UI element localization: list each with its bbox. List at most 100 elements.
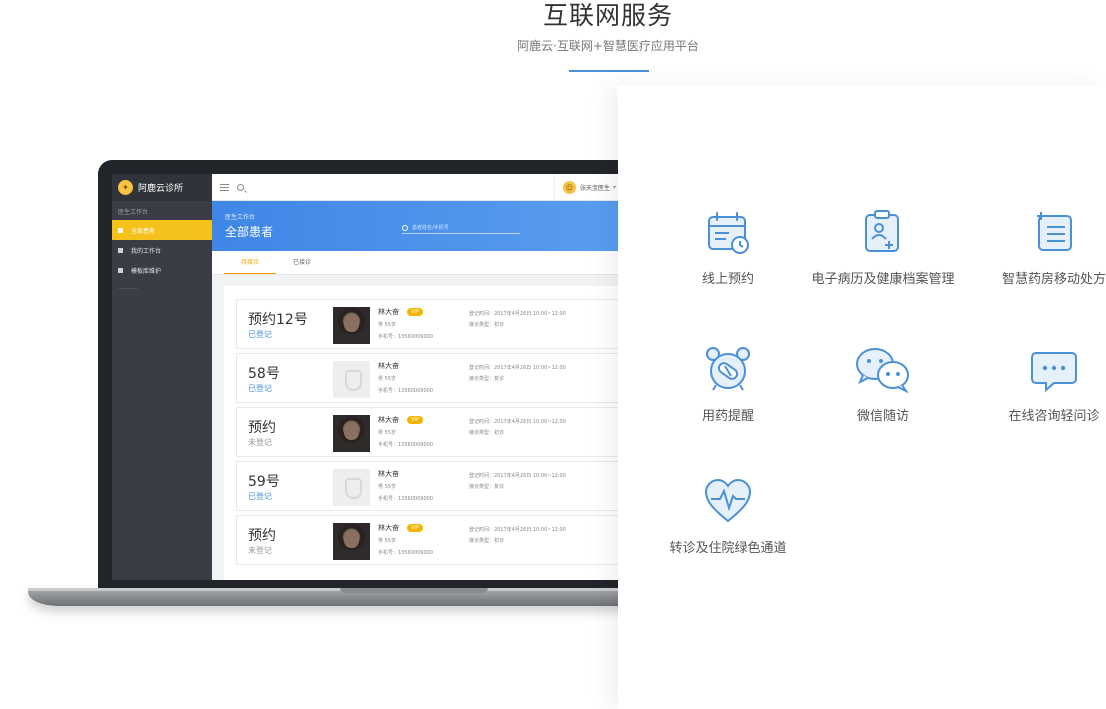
feature-label: 在线咨询轻问诊 [1008, 409, 1100, 424]
prescription-list-icon [1037, 212, 1072, 251]
phone-number: 手机号：13560009000 [378, 496, 433, 502]
brand[interactable]: ✦ 阿鹿云诊所 [112, 174, 212, 201]
registration-time: 登记时间：2017年4月26日 10:00~12:00 [469, 527, 566, 533]
registration-time: 登记时间：2017年4月26日 10:00~12:00 [469, 365, 566, 371]
feature-label: 电子病历及健康档案管理 [811, 272, 955, 287]
queue-number: 预约12号 [248, 312, 308, 328]
search-placeholder: 患者姓名/手机号 [412, 225, 449, 231]
page-title: 互联网服务 [542, 1, 673, 30]
patient-photo [333, 523, 370, 560]
sidebar-section-label: 医生工作台 [118, 209, 149, 216]
registration-status: 未登记 [248, 438, 272, 447]
chat-bubble-icon [1031, 352, 1077, 393]
square-icon [118, 227, 123, 233]
brand-name: 阿鹿云诊所 [138, 184, 184, 194]
patient-photo [333, 415, 370, 452]
search-icon [402, 224, 408, 231]
registration-status: 已登记 [248, 330, 272, 339]
feature-online-consultation[interactable]: 在线咨询轻问诊 [964, 345, 1106, 424]
page-subtitle: 阿鹿云·互联网+智慧医疗应用平台 [517, 39, 699, 53]
gender-age: 男 55岁 [378, 376, 396, 382]
feature-label: 转诊及住院绿色通道 [669, 541, 787, 556]
feature-label: 智慧药房移动处方 [1001, 272, 1106, 287]
queue-number: 预约 [248, 420, 276, 436]
phone-number: 手机号：13560009000 [378, 334, 433, 340]
visit-type: 接诊类型：初诊 [469, 538, 505, 544]
placeholder-avatar-icon [333, 361, 370, 398]
visit-type: 接诊类型：初诊 [469, 322, 505, 328]
deer-logo-icon: ✦ [118, 180, 133, 195]
tab-received[interactable]: 已接诊 [276, 251, 328, 274]
queue-number: 预约 [248, 528, 276, 544]
sidebar-item-label: 我的工作台 [131, 247, 162, 255]
patient-name: 林大奋 [378, 362, 399, 370]
feature-mobile-prescription[interactable]: 智慧药房移动处方 [964, 208, 1106, 287]
app-sidebar: ✦ 阿鹿云诊所 医生工作台 全部患者 我的工作台 模板库维护 [112, 174, 212, 580]
sidebar-item-label: 全部患者 [131, 227, 156, 235]
visit-type: 接诊类型：初诊 [469, 430, 505, 436]
vip-badge: VIP [407, 308, 423, 316]
patient-list: 预约12号 已登记 林大奋 VIP 男 55岁 手机号：13560009000 登记时间：2… [224, 286, 632, 580]
laptop-base [28, 588, 668, 606]
feature-panel: 线上预约 电子病历及健康档案管理 智慧药房移动处方 用药提醒 微信随访 在线咨询… [618, 85, 1106, 709]
patient-card[interactable]: 预约未登记 林大奋 VIP 男 55岁手机号：13560009000 登记时间：2017… [236, 407, 632, 457]
registration-status: 已登记 [248, 492, 272, 501]
patient-name: 林大奋 [378, 416, 399, 424]
queue-number: 58号 [248, 366, 280, 382]
breadcrumb: 医生工作台 [225, 214, 256, 221]
gender-age: 男 55岁 [378, 430, 396, 436]
sidebar-divider [118, 288, 138, 289]
app-main: ☺ 张天宝医生 ▾ 医生工作台 全部患者 患者姓名/手机号 待接诊 已接诊 预约… [212, 174, 632, 580]
vip-badge: VIP [407, 524, 423, 532]
square-icon [118, 267, 123, 273]
visit-type: 接诊类型：复诊 [469, 484, 505, 490]
patient-card[interactable]: 预约未登记 林大奋 VIP 男 55岁手机号：13560009000 登记时间：2017… [236, 515, 632, 565]
search-icon[interactable] [237, 183, 244, 191]
feature-medical-records[interactable]: 电子病历及健康档案管理 [793, 208, 973, 287]
patient-name: 林大奋 [378, 524, 399, 532]
gender-age: 男 55岁 [378, 538, 396, 544]
gender-age: 男 55岁 [378, 322, 396, 328]
registration-status: 已登记 [248, 384, 272, 393]
tab-waiting[interactable]: 待接诊 [224, 251, 276, 274]
sidebar-item-templates[interactable]: 模板库维护 [112, 260, 212, 280]
patient-card[interactable]: 58号 已登记 林大奋男 55岁 手机号：13560009000 登记时间：2017年4… [236, 353, 632, 403]
calendar-clock-icon [708, 212, 749, 254]
feature-medication-reminder[interactable]: 用药提醒 [638, 345, 818, 424]
avatar: ☺ [563, 181, 576, 194]
feature-wechat-followup[interactable]: 微信随访 [793, 345, 973, 424]
placeholder-avatar-icon [333, 469, 370, 506]
registration-status: 未登记 [248, 546, 272, 555]
user-name: 张天宝医生 [580, 185, 611, 192]
feature-label: 线上预约 [701, 272, 754, 287]
feature-online-appointment[interactable]: 线上预约 [638, 208, 818, 287]
patient-search-input[interactable]: 患者姓名/手机号 [402, 222, 520, 234]
heart-pulse-icon [704, 478, 752, 523]
medical-record-icon [865, 210, 899, 252]
patient-name: 林大奋 [378, 470, 399, 478]
sidebar-item-my-workbench[interactable]: 我的工作台 [112, 240, 212, 260]
gender-age: 男 55岁 [378, 484, 396, 490]
square-icon [118, 247, 123, 253]
feature-referral-green-channel[interactable]: 转诊及住院绿色通道 [638, 477, 818, 556]
sidebar-item-label: 模板库维护 [131, 267, 162, 275]
registration-time: 登记时间：2017年4月26日 10:00~12:00 [469, 473, 566, 479]
menu-icon[interactable] [220, 183, 229, 191]
top-bar: ☺ 张天宝医生 ▾ [212, 174, 632, 201]
sidebar-item-all-patients[interactable]: 全部患者 [112, 220, 212, 240]
phone-number: 手机号：13560009000 [378, 442, 433, 448]
user-menu[interactable]: ☺ 张天宝医生 ▾ [554, 174, 616, 201]
phone-number: 手机号：13560009000 [378, 550, 433, 556]
patient-card[interactable]: 预约12号 已登记 林大奋 VIP 男 55岁 手机号：13560009000 登记时间：2… [236, 299, 632, 349]
tab-bar: 待接诊 已接诊 [212, 251, 632, 275]
registration-time: 登记时间：2017年4月26日 10:00~12:00 [469, 419, 566, 425]
patient-card[interactable]: 59号 已登记 林大奋男 55岁 手机号：13560009000 登记时间：2017年4… [236, 461, 632, 511]
wechat-icon [856, 348, 909, 393]
alarm-pill-icon [706, 347, 750, 391]
title-underline [569, 70, 649, 72]
vip-badge: VIP [407, 416, 423, 424]
page-banner: 医生工作台 全部患者 患者姓名/手机号 [212, 201, 632, 251]
feature-label: 微信随访 [856, 409, 909, 424]
patient-name: 林大奋 [378, 308, 399, 316]
laptop-screen: ✦ 阿鹿云诊所 医生工作台 全部患者 我的工作台 模板库维护 ☺ 张天宝医生 ▾ [112, 174, 632, 580]
